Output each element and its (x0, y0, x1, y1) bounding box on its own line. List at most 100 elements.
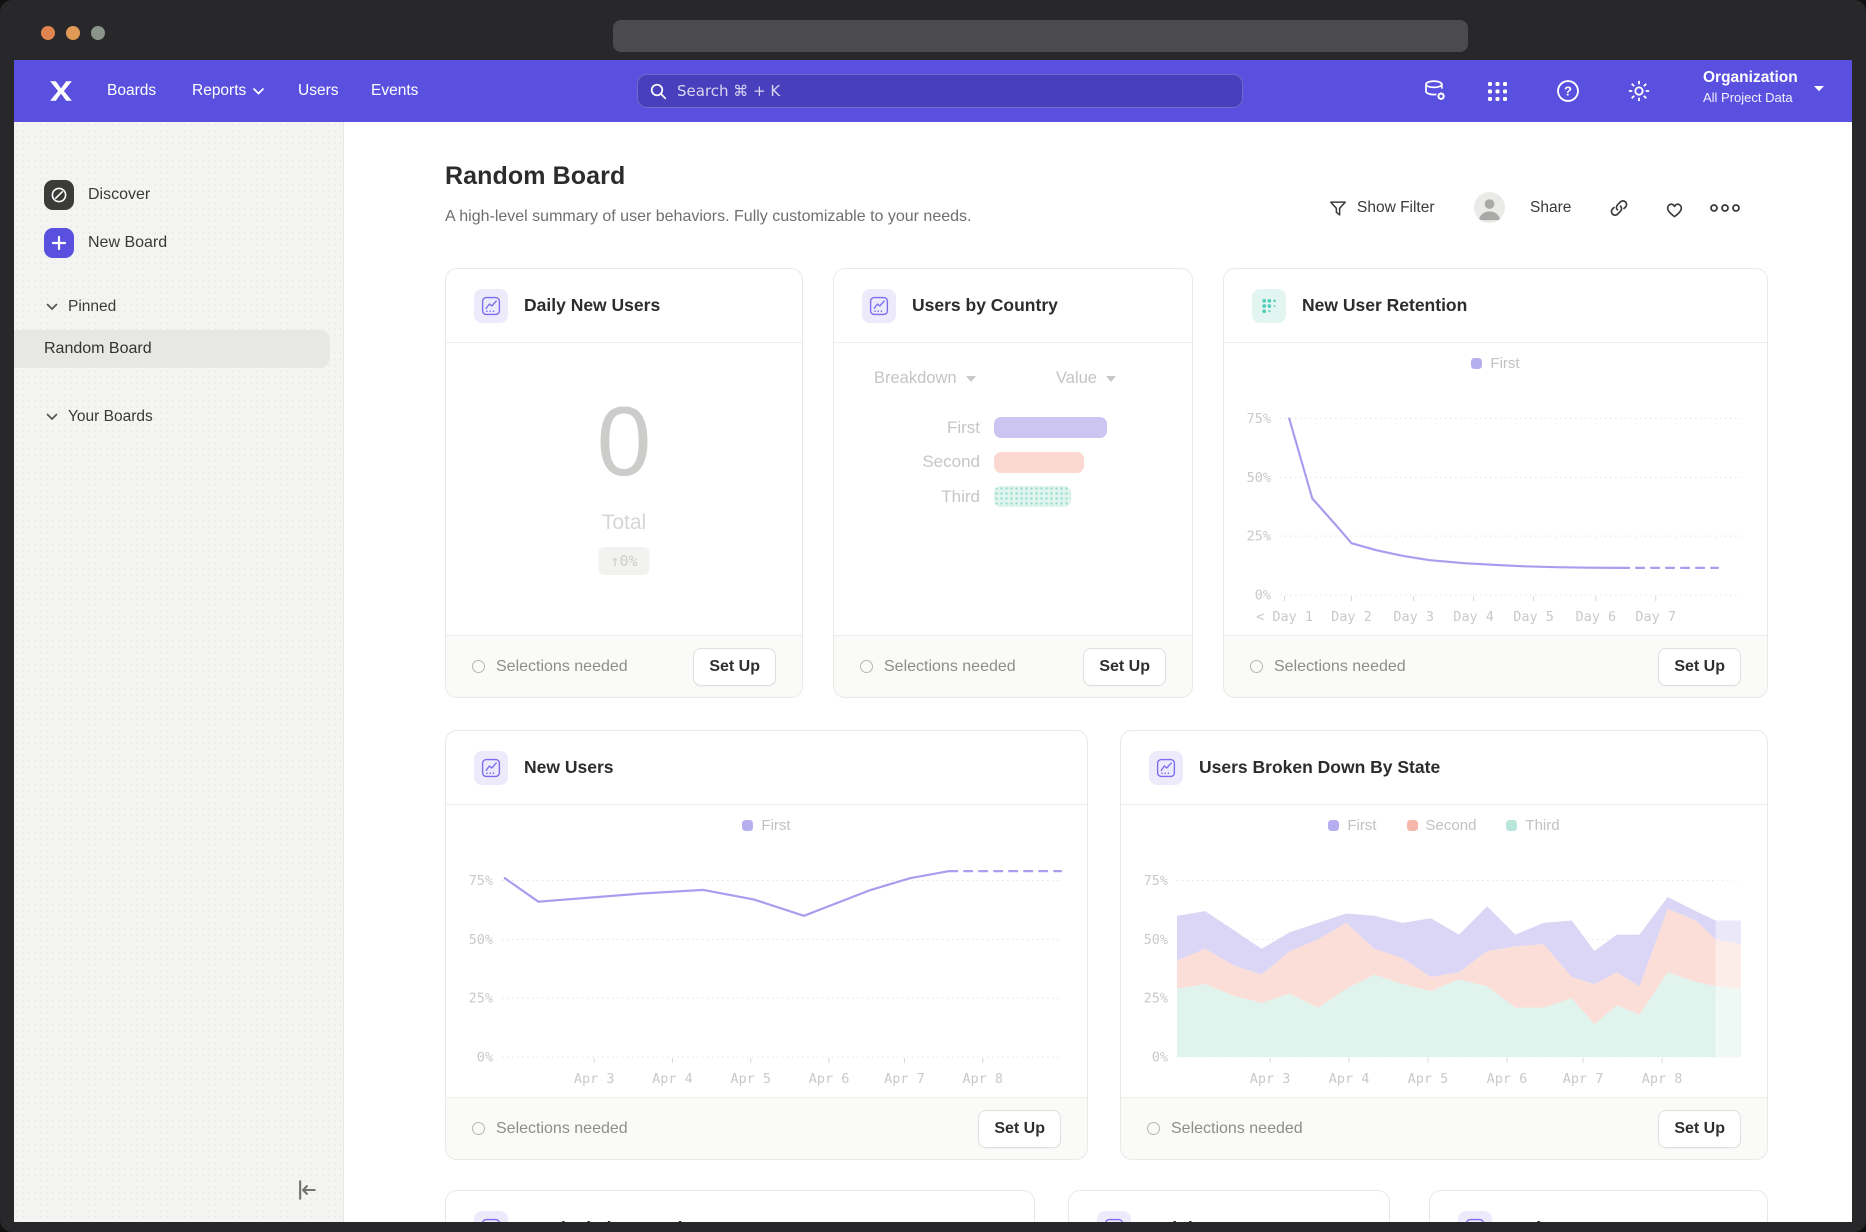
card-footer: Selections needed Set Up (1224, 635, 1767, 697)
card-title: Active Users (1508, 1218, 1614, 1223)
more-options-button[interactable] (1710, 192, 1740, 224)
card-header: Stacked Line Graph (446, 1191, 1034, 1222)
set-up-button[interactable]: Set Up (693, 648, 776, 686)
share-label: Share (1530, 199, 1571, 217)
caret-down-icon (1106, 376, 1116, 382)
svg-text:Apr 7: Apr 7 (884, 1071, 925, 1087)
page-subtitle: A high-level summary of user behaviors. … (445, 208, 971, 226)
breakdown-dropdown[interactable]: Breakdown (874, 369, 976, 388)
sidebar-section-pinned[interactable]: Pinned (46, 298, 116, 316)
line-chart-icon (1458, 1211, 1492, 1222)
svg-text:Apr 6: Apr 6 (809, 1071, 850, 1087)
svg-text:50%: 50% (1144, 932, 1168, 948)
help-icon[interactable]: ? (1554, 77, 1582, 105)
svg-text:25%: 25% (469, 991, 493, 1007)
legend-item: First (742, 817, 790, 834)
set-up-button[interactable]: Set Up (1083, 648, 1166, 686)
data-management-icon[interactable] (1421, 77, 1449, 105)
bar-label: Third (834, 487, 994, 507)
sidebar-item-label: Discover (88, 186, 150, 204)
svg-text:Day 5: Day 5 (1513, 609, 1554, 625)
chart-legend: FirstSecondThird (1131, 817, 1757, 847)
nav-item-boards[interactable]: Boards (107, 60, 156, 122)
svg-text:0%: 0% (1255, 588, 1271, 604)
share-button[interactable]: Share (1530, 192, 1571, 224)
chevron-down-icon (46, 413, 58, 421)
card-title: Users by Country (912, 295, 1058, 316)
svg-text:Apr 8: Apr 8 (962, 1071, 1003, 1087)
retention-grid-icon (1252, 289, 1286, 323)
window-close-button[interactable] (41, 26, 55, 40)
heart-icon (1663, 198, 1686, 219)
sidebar-item-discover[interactable]: Discover (44, 180, 150, 210)
big-number-value: 0 (446, 385, 802, 498)
card-title: New Users (524, 757, 614, 778)
section-label: Your Boards (68, 408, 153, 426)
show-filter-label: Show Filter (1357, 199, 1435, 217)
card-title: Users Broken Down By State (1199, 757, 1440, 778)
search-input[interactable] (677, 82, 1230, 100)
set-up-button[interactable]: Set Up (1658, 1110, 1741, 1148)
legend-swatch-icon (1471, 358, 1482, 369)
svg-text:75%: 75% (1144, 873, 1168, 889)
sidebar-item-new-board[interactable]: New Board (44, 228, 167, 258)
card-title: Daily New Users (524, 295, 660, 316)
org-scope: All Project Data (1703, 90, 1798, 105)
nav-item-reports[interactable]: Reports (192, 60, 264, 122)
copy-link-button[interactable] (1608, 192, 1630, 224)
svg-text:25%: 25% (1144, 991, 1168, 1007)
svg-text:Apr 3: Apr 3 (574, 1071, 615, 1087)
chevron-down-icon (253, 88, 264, 95)
funnel-icon (1328, 199, 1348, 218)
svg-text:75%: 75% (469, 873, 493, 889)
value-dropdown[interactable]: Value (1056, 369, 1116, 388)
settings-gear-icon[interactable] (1625, 77, 1653, 105)
show-filter-button[interactable]: Show Filter (1328, 192, 1435, 224)
window-minimize-button[interactable] (66, 26, 80, 40)
sidebar-section-your-boards[interactable]: Your Boards (46, 408, 153, 426)
collapse-sidebar-button[interactable] (292, 1176, 320, 1204)
section-label: Pinned (68, 298, 116, 316)
svg-text:75%: 75% (1247, 411, 1271, 427)
line-chart-icon (474, 1211, 508, 1222)
nav-item-label: Events (371, 60, 418, 122)
favorite-button[interactable] (1663, 192, 1686, 224)
global-search[interactable] (637, 74, 1243, 108)
svg-text:?: ? (1564, 84, 1572, 99)
svg-text:Day 6: Day 6 (1575, 609, 1616, 625)
card-title: Stacked Line Graph (524, 1218, 688, 1223)
browser-url-bar[interactable] (613, 20, 1468, 52)
bar-row: Second (834, 452, 1192, 473)
ellipsis-icon (1710, 204, 1740, 212)
svg-text:Day 7: Day 7 (1635, 609, 1676, 625)
window-zoom-button[interactable] (91, 26, 105, 40)
card-daily-new-users: Daily New Users 0 Total ↑0% Selections n… (445, 268, 803, 698)
link-icon (1608, 197, 1630, 219)
sidebar-item-random-board[interactable]: Random Board (14, 330, 330, 368)
nav-item-events[interactable]: Events (371, 60, 418, 122)
org-switcher[interactable]: Organization All Project Data (1703, 69, 1798, 105)
card-title: New User Retention (1302, 295, 1467, 316)
card-header: Users by Country (834, 269, 1192, 343)
avatar[interactable] (1474, 192, 1505, 223)
apps-grid-icon[interactable] (1483, 77, 1511, 105)
bar-row: First (834, 417, 1192, 438)
status-circle-icon (1250, 660, 1263, 673)
svg-text:Apr 7: Apr 7 (1563, 1071, 1604, 1087)
status-text: Selections needed (1274, 658, 1658, 676)
new-users-line-chart: First75%50%25%0%Apr 3Apr 4Apr 5Apr 6Apr … (456, 817, 1077, 1087)
legend-swatch-icon (1506, 820, 1517, 831)
card-stacked-line-graph: Stacked Line Graph (445, 1190, 1035, 1222)
status-circle-icon (1147, 1122, 1160, 1135)
mixpanel-logo-icon[interactable] (48, 78, 74, 104)
card-footer: Selections needed Set Up (1121, 1097, 1767, 1159)
set-up-button[interactable]: Set Up (978, 1110, 1061, 1148)
status-text: Selections needed (884, 658, 1083, 676)
nav-item-users[interactable]: Users (298, 60, 338, 122)
chevron-down-icon[interactable] (1813, 85, 1825, 93)
svg-text:Apr 4: Apr 4 (652, 1071, 693, 1087)
set-up-button[interactable]: Set Up (1658, 648, 1741, 686)
main-panel: Random Board A high-level summary of use… (344, 122, 1852, 1222)
svg-text:50%: 50% (1247, 470, 1271, 486)
svg-text:Apr 5: Apr 5 (1408, 1071, 1449, 1087)
